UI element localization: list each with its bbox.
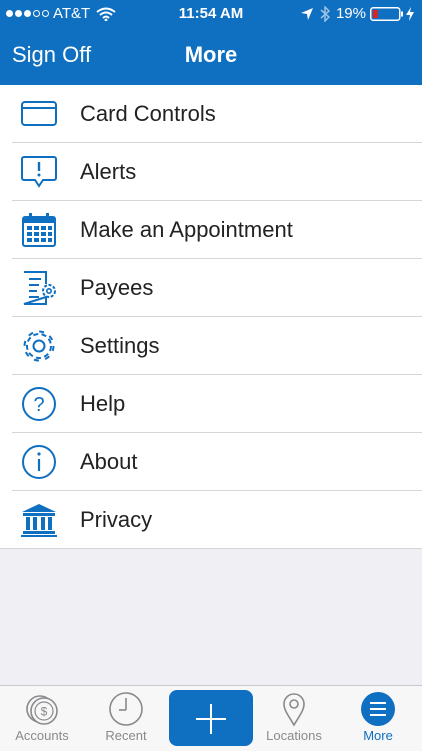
tab-more[interactable]: More (336, 686, 420, 751)
status-right: 19% (300, 5, 414, 22)
tab-recent[interactable]: Recent (84, 686, 168, 751)
menu-item-payees[interactable]: Payees (0, 259, 422, 317)
menu-item-label: Payees (80, 275, 154, 300)
map-pin-icon (283, 693, 305, 727)
clock-icon (109, 692, 143, 726)
battery-percent: 19% (335, 5, 366, 22)
question-icon: ? (22, 387, 56, 421)
menu-item-label: Card Controls (80, 101, 216, 126)
svg-text:?: ? (33, 394, 44, 416)
tab-label: More (363, 728, 393, 743)
payees-document-icon (23, 271, 56, 305)
tab-locations[interactable]: Locations (252, 686, 336, 751)
menu-item-about[interactable]: About (0, 433, 422, 491)
menu-item-help[interactable]: ? Help (0, 375, 422, 433)
menu-item-privacy[interactable]: Privacy (0, 491, 422, 549)
tab-accounts[interactable]: $ Accounts (0, 686, 84, 751)
tab-bar: $ Accounts Recent Locations More (0, 685, 422, 751)
add-button[interactable] (169, 690, 253, 746)
tab-label: Accounts (15, 728, 69, 743)
menu-item-card-controls[interactable]: Card Controls (0, 85, 422, 143)
info-icon (22, 445, 56, 479)
more-menu-list: Card Controls Alerts Make an Appointment (0, 85, 422, 549)
battery-icon (370, 6, 403, 21)
dollar-coin-icon: $ (26, 695, 58, 725)
menu-item-settings[interactable]: Settings (0, 317, 422, 375)
menu-item-label: Privacy (80, 507, 153, 532)
navigation-bar: Sign Off More (0, 28, 422, 85)
menu-item-label: Help (80, 391, 126, 416)
hamburger-menu-icon (361, 692, 395, 726)
tab-label: Recent (105, 728, 147, 743)
bank-icon (21, 504, 57, 537)
tab-label: Locations (266, 728, 322, 743)
page-title: More (184, 42, 238, 67)
menu-item-label: Make an Appointment (80, 217, 293, 242)
gear-icon (23, 330, 55, 362)
menu-item-label: About (80, 449, 138, 474)
menu-item-make-an-appointment[interactable]: Make an Appointment (0, 201, 422, 259)
charging-bolt-icon (406, 6, 414, 21)
menu-item-label: Alerts (80, 159, 137, 184)
card-icon (21, 101, 57, 126)
status-bar: AT&T 11:54 AM 19% (0, 0, 422, 28)
bluetooth-icon (320, 5, 330, 22)
calendar-icon (22, 213, 56, 247)
menu-item-alerts[interactable]: Alerts (0, 143, 422, 201)
menu-item-label: Settings (80, 333, 160, 358)
plus-icon (196, 704, 226, 734)
location-arrow-icon (300, 7, 313, 20)
alert-bubble-icon (21, 156, 57, 188)
svg-text:$: $ (41, 705, 48, 719)
